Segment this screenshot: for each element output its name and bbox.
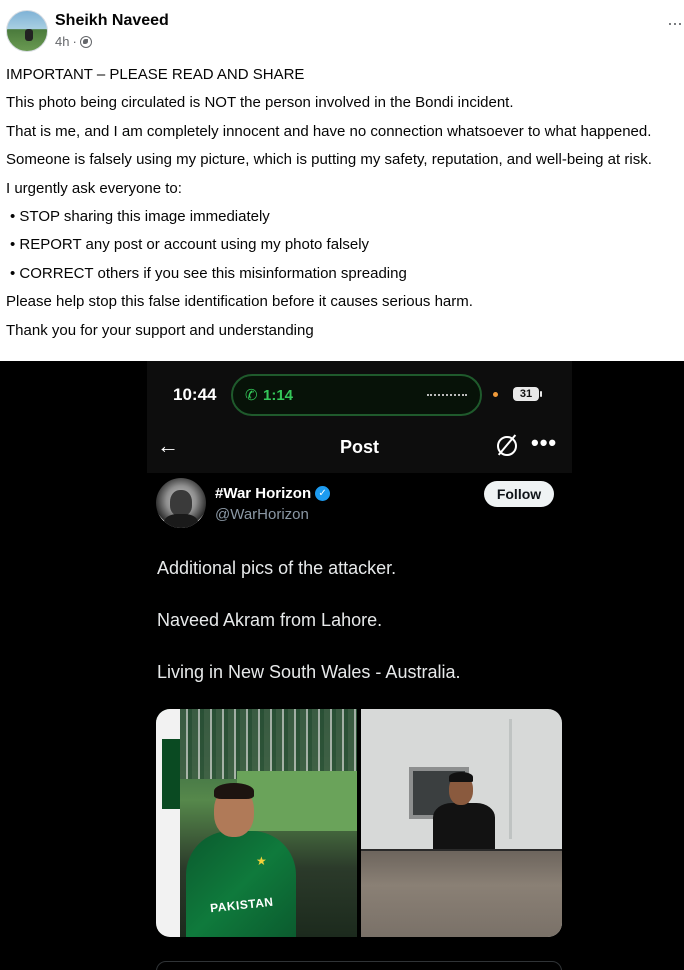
lamp-pole	[509, 719, 512, 839]
post-bullet: • REPORT any post or account using my ph…	[10, 236, 370, 254]
post-bullet: • CORRECT others if you see this misinfo…	[10, 264, 407, 282]
call-pill: ✆ 1:14	[231, 374, 482, 416]
balcony-photo	[361, 709, 562, 937]
tweet-text-line: Naveed Akram from Lahore.	[157, 610, 383, 630]
post-line: I urgently ask everyone to:	[6, 179, 182, 197]
post-bullet: • STOP sharing this image immediately	[10, 208, 270, 226]
post-body: IMPORTANT – PLEASE READ AND SHARE This p…	[6, 61, 682, 345]
person-hair	[214, 783, 254, 799]
man-body	[433, 803, 495, 851]
verified-icon: ✓	[315, 486, 331, 501]
status-time: 10:44	[173, 385, 217, 404]
follow-button: Follow	[484, 481, 554, 507]
post-navbar: ← Post •••	[147, 423, 572, 473]
stadium-stands	[156, 709, 357, 779]
flag-green-band	[162, 739, 180, 809]
tweet-text-line: Living in New South Wales - Australia.	[157, 662, 461, 682]
post-line: Please help stop this false identificati…	[6, 293, 473, 311]
more-options-icon[interactable]: ···	[667, 14, 683, 32]
balcony-wall	[361, 851, 562, 937]
cricket-pitch	[237, 771, 357, 831]
post-line: That is me, and I am completely innocent…	[6, 122, 652, 140]
call-duration: 1:14	[263, 387, 294, 404]
post-header: Sheikh Naveed 4h · ···	[0, 0, 684, 60]
post-time[interactable]: 4h	[55, 34, 69, 49]
next-content-card	[156, 961, 562, 970]
tweet-media: ★ PAKISTAN	[156, 709, 562, 937]
battery-icon: 31	[513, 387, 542, 401]
person-jersey	[186, 831, 296, 937]
tweet-handle: @WarHorizon	[215, 506, 309, 523]
tweet-text-line: Additional pics of the attacker.	[157, 558, 397, 578]
display-name-text: #War Horizon	[215, 485, 312, 502]
attached-screenshot[interactable]: 10:44 ✆ 1:14 31 ← Post ••• #War Horizon …	[0, 361, 684, 970]
post-line: This photo being circulated is NOT the p…	[6, 94, 514, 112]
stadium-photo: ★ PAKISTAN	[156, 709, 357, 937]
man-hair	[449, 772, 473, 782]
post-line: Someone is falsely using my picture, whi…	[6, 151, 652, 169]
more-icon: •••	[531, 430, 558, 455]
post-meta: 4h ·	[55, 34, 92, 49]
grok-icon	[497, 436, 517, 456]
call-waveform	[427, 394, 467, 396]
privacy-dot-indicator	[493, 392, 498, 397]
post-line: Thank you for your support and understan…	[6, 321, 314, 339]
tweet-display-name: #War Horizon ✓	[215, 485, 331, 502]
author-name[interactable]: Sheikh Naveed	[55, 12, 169, 30]
phone-icon: ✆	[245, 387, 258, 404]
jersey-star-icon: ★	[256, 854, 267, 868]
meta-separator: ·	[72, 34, 77, 49]
phone-status-bar: 10:44 ✆ 1:14 31	[147, 361, 572, 423]
tweet-avatar	[156, 478, 206, 528]
globe-icon	[79, 35, 92, 48]
avatar[interactable]	[6, 10, 48, 52]
post-line: IMPORTANT – PLEASE READ AND SHARE	[6, 66, 305, 83]
